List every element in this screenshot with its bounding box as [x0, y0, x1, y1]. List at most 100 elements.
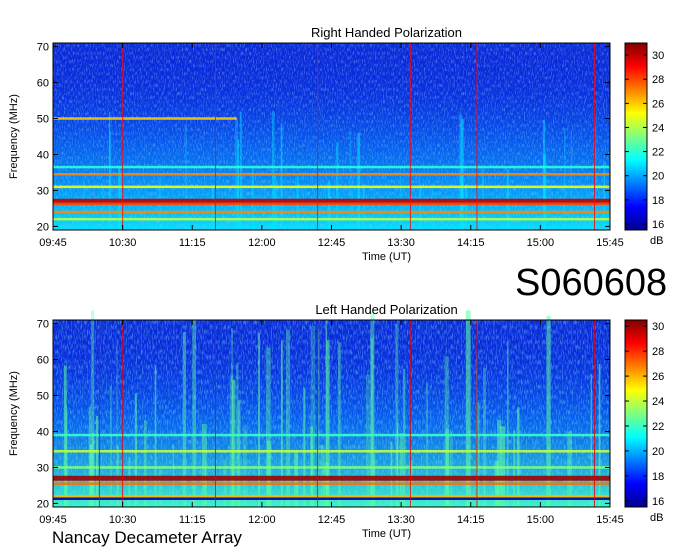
frequency-band [53, 482, 610, 485]
x-tick-label: 15:45 [596, 237, 624, 249]
panel-title: Right Handed Polarization [311, 25, 462, 40]
striation [362, 184, 365, 230]
frequency-band [53, 117, 237, 120]
frequency-band [53, 173, 610, 176]
colorbar-tick-label: 24 [652, 396, 664, 408]
striation [327, 181, 331, 230]
x-tick-label: 10:30 [109, 237, 137, 249]
y-tick-label: 40 [37, 149, 49, 161]
frequency-band [53, 202, 610, 205]
spectrogram-panel-left: Left Handed Polarization Frequency (MHz) T… [8, 302, 664, 540]
y-tick-label: 50 [37, 391, 49, 403]
x-axis-label: Time (UT) [362, 528, 411, 540]
x-tick-label: 13:30 [387, 514, 415, 526]
striation [431, 185, 433, 230]
x-tick-label: 15:00 [527, 514, 555, 526]
colorbar-tick-label: 30 [652, 321, 664, 333]
colorbar-tick-label: 22 [652, 147, 664, 159]
colorbar-tick-label: 20 [652, 446, 664, 458]
striation [570, 129, 573, 230]
striation [82, 182, 86, 230]
colorbar-tick-label: 26 [652, 98, 664, 110]
striation [399, 166, 402, 230]
striation [590, 373, 593, 507]
frequency-band [53, 165, 610, 169]
frequency-band [53, 185, 610, 189]
colorbar [624, 42, 648, 231]
frequency-band [53, 494, 610, 498]
x-tick-label: 15:00 [527, 237, 555, 249]
y-tick-label: 30 [37, 462, 49, 474]
frequency-band [53, 475, 610, 481]
frequency-band [53, 433, 610, 437]
y-tick-label: 50 [37, 114, 49, 126]
frequency-band [53, 497, 610, 500]
x-tick-label: 10:30 [109, 514, 137, 526]
striation [143, 420, 147, 507]
y-axis-label: Frequency (MHz) [8, 371, 20, 456]
x-tick-label: 11:15 [179, 237, 206, 249]
striation [370, 337, 374, 507]
colorbar-tick-label: 18 [652, 195, 664, 207]
panel-title: Left Handed Polarization [315, 302, 457, 317]
striation [403, 368, 406, 507]
striation [419, 184, 422, 230]
colorbar-tick-label: 28 [652, 74, 664, 86]
striation [182, 331, 187, 507]
instrument-label: Nancay Decameter Array [52, 528, 242, 547]
striation [351, 180, 353, 230]
y-tick-label: 70 [37, 42, 49, 54]
colorbar-label: dB [650, 235, 663, 247]
striation [338, 342, 341, 507]
x-tick-label: 11:15 [179, 514, 206, 526]
frequency-band [53, 210, 610, 214]
colorbar-tick-label: 22 [652, 421, 664, 433]
striation [242, 425, 247, 507]
striation [464, 184, 468, 230]
x-tick-label: 14:15 [457, 237, 485, 249]
striation [96, 416, 99, 507]
y-tick-label: 20 [37, 221, 49, 233]
striation [116, 338, 118, 507]
y-tick-label: 30 [37, 185, 49, 197]
frequency-band [53, 466, 610, 469]
striation [280, 340, 283, 507]
striation [507, 342, 509, 507]
striation [65, 408, 68, 507]
observation-id-label: S060608 [515, 262, 668, 304]
frequency-band [53, 217, 610, 221]
colorbar-tick-label: 26 [652, 371, 664, 383]
x-axis-label: Time (UT) [362, 251, 411, 263]
x-tick-label: 13:30 [387, 237, 415, 249]
y-axis-label: Frequency (MHz) [8, 94, 20, 179]
colorbar-label: dB [650, 512, 663, 524]
striation [349, 130, 352, 230]
x-tick-label: 12:45 [318, 237, 346, 249]
x-tick-label: 12:45 [318, 514, 346, 526]
striation [477, 402, 480, 507]
striation [303, 387, 306, 507]
x-tick-label: 12:00 [248, 237, 276, 249]
colorbar-tick-label: 16 [652, 219, 664, 231]
frequency-band [53, 450, 610, 453]
y-tick-label: 60 [37, 78, 49, 90]
striation [185, 124, 187, 230]
striation [357, 133, 361, 230]
striation [110, 387, 112, 507]
x-tick-label: 09:45 [39, 514, 67, 526]
striation [426, 382, 428, 507]
colorbar-tick-label: 16 [652, 496, 664, 508]
striation [158, 468, 162, 507]
y-tick-label: 20 [37, 498, 49, 510]
y-tick-label: 60 [37, 355, 49, 367]
colorbar-tick-label: 28 [652, 346, 664, 358]
striation [280, 123, 283, 230]
striation [564, 128, 566, 230]
x-tick-label: 09:45 [39, 237, 67, 249]
striation [483, 368, 486, 507]
colorbar-tick-label: 24 [652, 122, 664, 134]
striation [102, 186, 104, 230]
colorbar-tick-label: 18 [652, 471, 664, 483]
spectrogram-panel-right: Right Handed Polarization Frequency (MHz)… [8, 25, 664, 263]
colorbar-tick-label: 30 [652, 50, 664, 62]
